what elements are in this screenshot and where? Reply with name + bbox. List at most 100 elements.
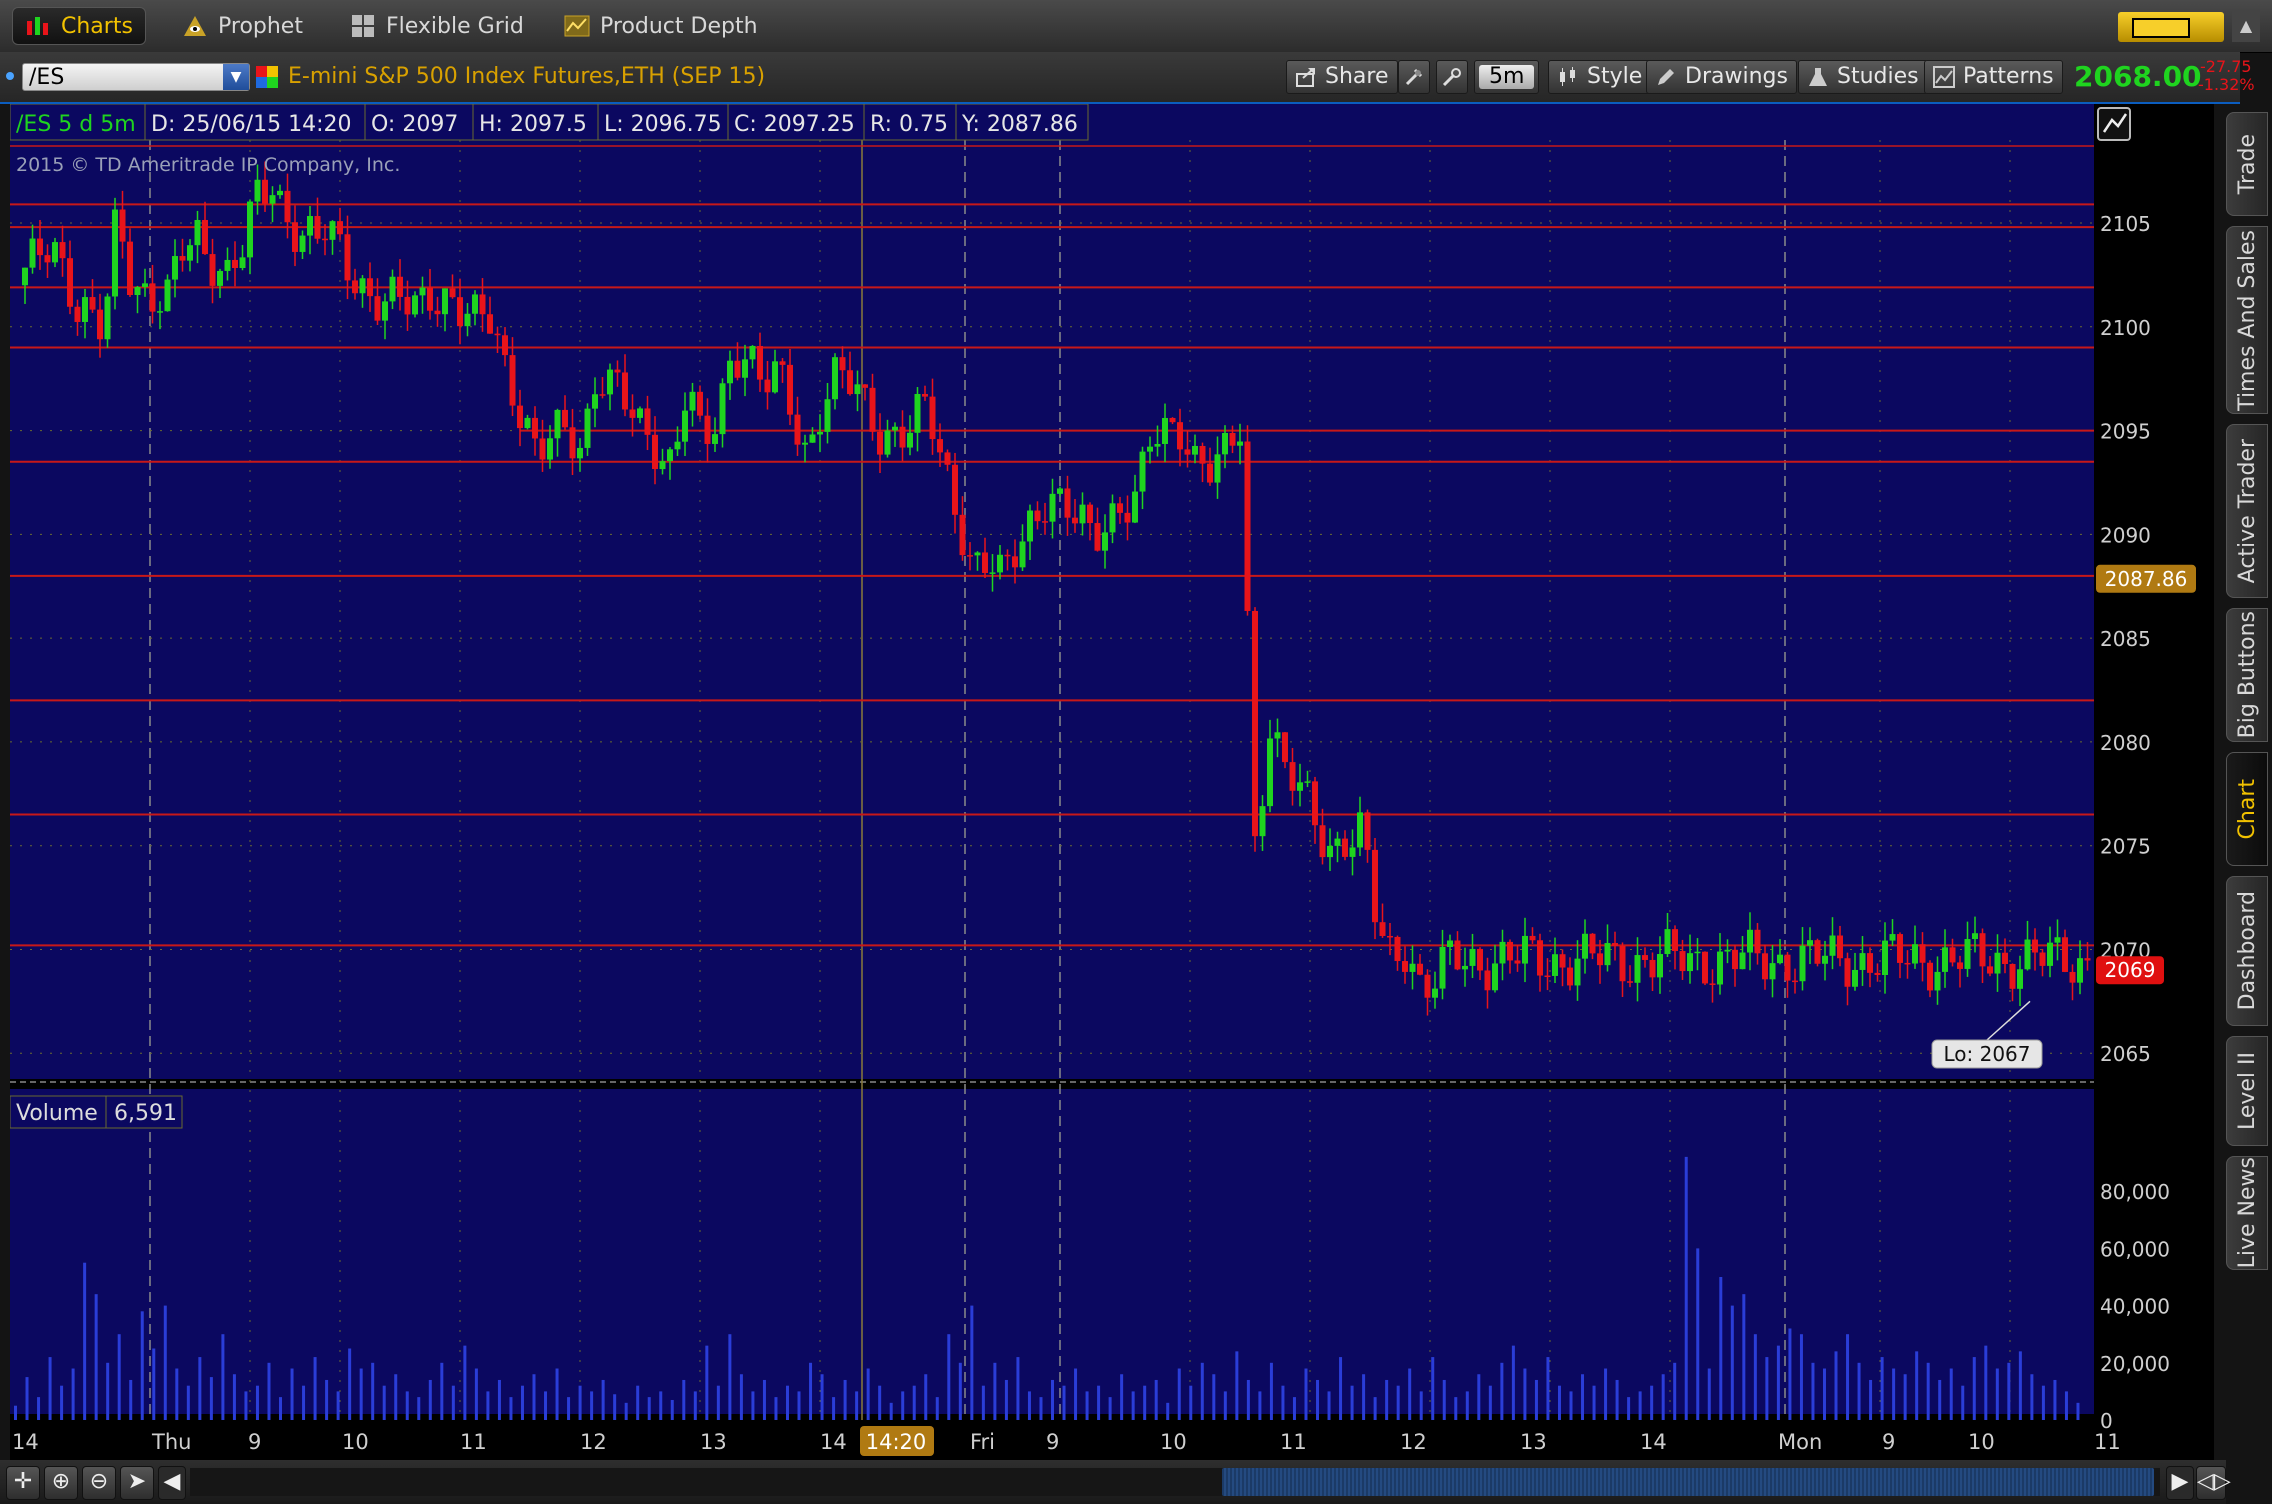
- volume-bar: [613, 1394, 617, 1420]
- volume-bar: [785, 1385, 789, 1420]
- candle-body: [1469, 948, 1476, 966]
- tools-button[interactable]: [1398, 60, 1430, 94]
- candle-body: [464, 313, 471, 327]
- scrollbar-thumb[interactable]: [1222, 1468, 2154, 1496]
- time-axis-label: 12: [580, 1430, 607, 1454]
- volume-bar: [1995, 1368, 1999, 1420]
- share-button[interactable]: Share: [1286, 60, 1398, 94]
- candle-body: [1717, 951, 1723, 985]
- candle-body: [1807, 940, 1813, 946]
- volume-bar: [2041, 1385, 2045, 1420]
- volume-bar: [1016, 1357, 1020, 1420]
- aggregation-button[interactable]: 5m: [1474, 60, 1540, 94]
- style-label: Style: [1587, 64, 1643, 89]
- volume-bar: [1419, 1391, 1423, 1420]
- side-tab-dashboard[interactable]: Dashboard: [2226, 876, 2268, 1026]
- symbol-input[interactable]: /ES ▼: [22, 63, 250, 91]
- volume-bar: [2018, 1351, 2022, 1420]
- volume-label: Volume: [16, 1101, 98, 1126]
- price-axis-label: 2085: [2100, 627, 2151, 651]
- volume-bar: [1523, 1368, 1527, 1420]
- candle-body: [217, 270, 223, 286]
- settings-wrench-button[interactable]: [1436, 60, 1468, 94]
- volume-bar: [1327, 1391, 1331, 1420]
- side-tab-times-and-sales[interactable]: Times And Sales: [2226, 226, 2268, 414]
- volume-bar: [1765, 1357, 1769, 1420]
- volume-bar: [1926, 1362, 1930, 1420]
- patterns-button[interactable]: Patterns: [1924, 60, 2063, 94]
- candle-body: [1492, 963, 1498, 991]
- volume-bar: [1557, 1385, 1561, 1420]
- time-axis-label: Mon: [1778, 1430, 1822, 1454]
- chart-mode-icon[interactable]: [2097, 107, 2131, 141]
- candle-body: [1477, 948, 1483, 971]
- scroll-right-button[interactable]: ▶: [2166, 1466, 2194, 1500]
- price-axis-label: 2100: [2100, 316, 2151, 340]
- side-tab-live-news[interactable]: Live News: [2226, 1156, 2268, 1270]
- candle-body: [1064, 488, 1071, 518]
- candle-body: [119, 209, 126, 242]
- volume-bar: [1339, 1357, 1343, 1420]
- candle-body: [1777, 954, 1783, 964]
- volume-bar: [1534, 1379, 1538, 1420]
- nav-product-depth-label: Product Depth: [600, 13, 758, 39]
- volume-bar: [797, 1391, 801, 1420]
- link-dot-icon[interactable]: [6, 72, 14, 80]
- price-chart[interactable]: 206520702075208020852090209521002105 020…: [10, 104, 2214, 1494]
- side-tab-level-ii[interactable]: Level II: [2226, 1036, 2268, 1146]
- layout-switch-button[interactable]: [2118, 12, 2224, 42]
- side-tab-active-trader[interactable]: Active Trader: [2226, 424, 2268, 598]
- nav-product-depth[interactable]: Product Depth: [564, 0, 758, 52]
- volume-bar: [1189, 1385, 1193, 1420]
- price-axis-label: 2095: [2100, 420, 2151, 444]
- candle-body: [659, 461, 666, 470]
- candle-body: [704, 415, 711, 444]
- side-tab-trade[interactable]: Trade: [2226, 112, 2268, 216]
- expand-icon: ◁▷: [2197, 1469, 2231, 1494]
- volume-bar: [1707, 1368, 1711, 1420]
- side-tab-label: Trade: [2234, 133, 2260, 195]
- candle-body: [359, 278, 366, 294]
- expand-button[interactable]: ◁▷: [2196, 1466, 2231, 1500]
- zoom-in-button[interactable]: ⊕: [44, 1466, 78, 1500]
- candle-body: [644, 408, 651, 435]
- time-axis-label: 12: [1400, 1430, 1427, 1454]
- nav-charts[interactable]: Charts: [12, 7, 146, 45]
- candle-body: [352, 280, 358, 294]
- candle-style-icon: [1560, 67, 1575, 86]
- volume-bar: [405, 1391, 409, 1420]
- candle-body: [1972, 933, 1978, 940]
- volume-bar: [1972, 1357, 1976, 1420]
- candle-body: [1102, 532, 1108, 551]
- volume-bar: [14, 1405, 17, 1420]
- volume-bar: [1604, 1368, 1608, 1420]
- volume-bar: [1650, 1385, 1654, 1420]
- style-button[interactable]: Style: [1548, 60, 1652, 94]
- volume-header: Volume 6,591: [10, 1095, 183, 1129]
- volume-bar: [1696, 1248, 1700, 1420]
- zoom-out-button[interactable]: ⊖: [82, 1466, 116, 1500]
- volume-bar: [1661, 1374, 1665, 1420]
- scroll-left-button[interactable]: ◀: [158, 1466, 186, 1500]
- side-tab-label: Live News: [2234, 1157, 2260, 1269]
- nav-prophet[interactable]: Prophet: [182, 0, 303, 52]
- scroll-up-icon[interactable]: ▲: [2232, 10, 2260, 42]
- candle-body: [1544, 975, 1551, 978]
- horizontal-scrollbar-track[interactable]: [190, 1468, 2160, 1496]
- studies-button[interactable]: Studies: [1798, 60, 1928, 94]
- side-tab-chart[interactable]: Chart: [2226, 752, 2268, 866]
- candle-body: [479, 294, 486, 315]
- volume-bar: [209, 1377, 213, 1420]
- symbol-dropdown-icon[interactable]: ▼: [223, 64, 249, 90]
- volume-bar: [958, 1362, 962, 1420]
- crosshair-button[interactable]: ✛: [6, 1466, 40, 1500]
- drawings-button[interactable]: Drawings: [1646, 60, 1797, 94]
- candle-body: [779, 361, 786, 365]
- candle-body: [2077, 958, 2083, 983]
- side-tab-big-buttons[interactable]: Big Buttons: [2226, 608, 2268, 742]
- time-axis-label: Fri: [970, 1430, 995, 1454]
- pointer-button[interactable]: ➤: [120, 1466, 154, 1500]
- nav-flexible-grid[interactable]: Flexible Grid: [350, 0, 524, 52]
- grid-icon: [352, 15, 374, 37]
- candle-body: [1889, 934, 1896, 941]
